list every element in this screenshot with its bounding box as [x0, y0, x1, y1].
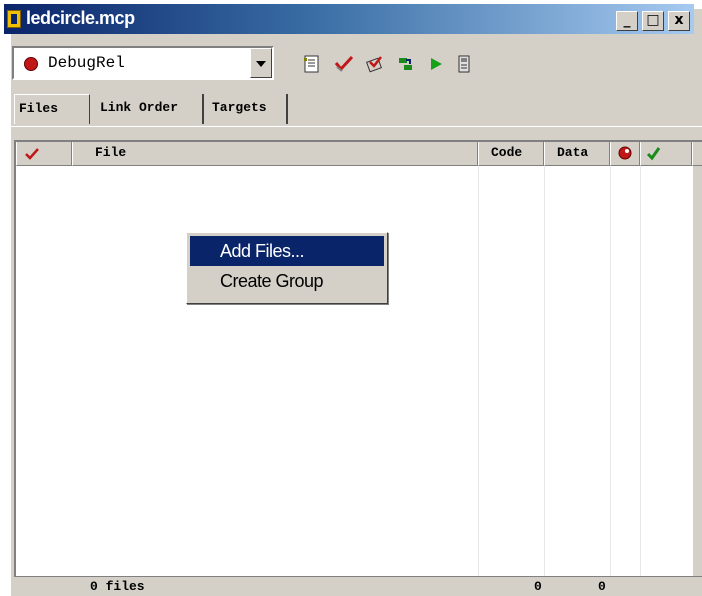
file-list-header: File Code Data — [16, 142, 702, 166]
vertical-scrollbar[interactable] — [692, 166, 702, 582]
target-select-value: DebugRel — [48, 54, 125, 72]
column-divider — [478, 166, 479, 582]
debug-icon[interactable] — [454, 54, 474, 74]
window-title: ledcircle.mcp — [26, 8, 135, 28]
column-header-debug[interactable] — [610, 142, 640, 166]
column-divider — [640, 166, 641, 582]
status-bar: 0 files 0 0 — [14, 576, 702, 596]
settings-icon[interactable] — [302, 54, 322, 74]
column-divider — [610, 166, 611, 582]
column-header-file[interactable]: File — [72, 142, 478, 166]
tab-targets[interactable]: Targets — [208, 94, 288, 124]
column-header-touch[interactable] — [640, 142, 692, 166]
check-syntax-icon[interactable] — [334, 54, 354, 74]
project-file-icon — [7, 10, 21, 28]
code-total: 0 — [534, 579, 542, 594]
target-select[interactable]: DebugRel — [12, 46, 274, 80]
column-header-filler — [692, 142, 702, 166]
column-header-check[interactable] — [16, 142, 72, 166]
run-icon[interactable] — [426, 54, 446, 74]
debug-icon — [618, 146, 632, 160]
compile-icon[interactable] — [364, 54, 384, 74]
make-icon[interactable] — [396, 54, 416, 74]
column-divider — [544, 166, 545, 582]
tab-link-order[interactable]: Link Order — [96, 94, 204, 124]
debug-target-icon — [24, 57, 38, 71]
minimize-button[interactable]: _ — [616, 11, 638, 31]
tab-divider — [10, 126, 702, 127]
touch-icon — [646, 147, 661, 161]
menu-item-add-files[interactable]: Add Files... — [190, 236, 384, 266]
check-icon — [25, 148, 39, 160]
tab-files[interactable]: Files — [14, 94, 90, 124]
column-header-code[interactable]: Code — [478, 142, 544, 166]
column-header-data[interactable]: Data — [544, 142, 610, 166]
data-total: 0 — [598, 579, 606, 594]
title-bar[interactable]: ledcircle.mcp _ □ x — [4, 4, 694, 34]
context-menu: Add Files... Create Group — [186, 232, 388, 304]
maximize-button[interactable]: □ — [642, 11, 664, 31]
file-list[interactable]: File Code Data — [14, 140, 702, 582]
menu-item-create-group[interactable]: Create Group — [190, 266, 384, 296]
chevron-down-icon[interactable] — [250, 48, 272, 78]
close-button[interactable]: x — [668, 11, 690, 31]
file-count: 0 files — [90, 579, 145, 594]
